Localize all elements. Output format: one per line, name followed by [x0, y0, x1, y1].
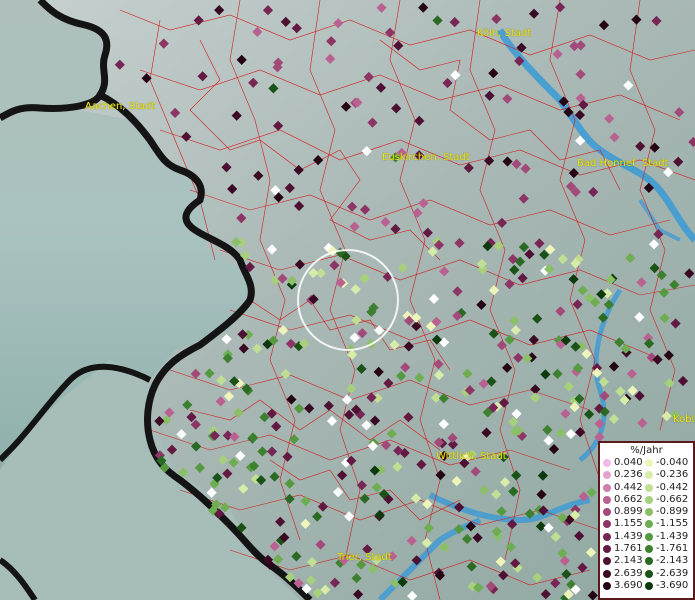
legend-row: 0.236 -0.236 [600, 469, 693, 481]
legend-negative-value: -1.155 [656, 518, 689, 530]
legend-positive-swatch [603, 532, 611, 541]
legend-negative-swatch [645, 483, 653, 492]
legend-positive-value: 0.662 [614, 493, 643, 505]
city-label-aachen: Aachen, Stadt [85, 101, 156, 112]
legend-positive-swatch [603, 557, 611, 566]
legend-positive-value: 0.040 [614, 457, 643, 468]
legend-negative-value: -0.899 [656, 506, 689, 518]
legend-positive-value: 0.899 [614, 506, 643, 518]
legend-positive-swatch [603, 459, 611, 467]
legend-positive-swatch [603, 471, 611, 480]
legend-row: 0.899 -0.899 [600, 506, 693, 518]
city-label-koeln: Köln, Stadt [477, 28, 532, 39]
legend-negative-swatch [645, 532, 653, 541]
legend-row: 0.442 -0.442 [600, 482, 693, 494]
city-label-bad-honnef: Bad Honnef, Stadt [577, 158, 669, 169]
legend-negative-swatch [645, 557, 653, 566]
legend-row: 3.690 -3.690 [600, 580, 693, 592]
legend-negative-value: -0.236 [656, 469, 689, 481]
legend-positive-swatch [603, 520, 611, 529]
legend-positive-swatch [603, 508, 611, 517]
legend-positive-swatch [603, 545, 611, 554]
legend-positive-value: 2.143 [614, 555, 643, 567]
city-label-koblenz: Koble [673, 414, 695, 425]
legend-positive-value: 1.761 [614, 543, 643, 555]
legend-positive-value: 3.690 [614, 579, 643, 591]
legend-title: %/Jahr [630, 445, 663, 456]
legend-positive-value: 1.439 [614, 530, 643, 542]
city-label-euskirchen: Euskirchen, Stadt [382, 152, 470, 163]
legend-negative-swatch [645, 459, 653, 467]
legend-positive-swatch [603, 483, 611, 492]
map-canvas[interactable] [0, 0, 695, 600]
legend-negative-swatch [645, 520, 653, 529]
legend-negative-swatch [645, 581, 653, 590]
legend-negative-swatch [645, 495, 653, 504]
map-legend: %/Jahr 0.040 -0.040 0.236 -0.236 0.442 -0.442… [598, 441, 695, 600]
legend-negative-swatch [645, 569, 653, 578]
legend-row: 2.143 -2.143 [600, 555, 693, 567]
legend-row: 1.439 -1.439 [600, 531, 693, 543]
legend-negative-value: -0.662 [656, 493, 689, 505]
legend-row: 1.761 -1.761 [600, 543, 693, 555]
legend-negative-swatch [645, 508, 653, 517]
legend-positive-value: 0.442 [614, 481, 643, 493]
legend-negative-value: -2.143 [656, 555, 689, 567]
legend-negative-value: -1.439 [656, 530, 689, 542]
city-label-trier: Trier, Stadt [337, 552, 392, 563]
legend-positive-swatch [603, 569, 611, 578]
legend-negative-value: -2.639 [656, 567, 689, 579]
legend-rows: 0.040 -0.040 0.236 -0.236 0.442 -0.442 0.662 -0… [600, 457, 693, 592]
legend-negative-swatch [645, 471, 653, 480]
legend-positive-value: 0.236 [614, 469, 643, 481]
map-view[interactable]: Köln, Stadt Aachen, Stadt Euskirchen, St… [0, 0, 695, 600]
legend-negative-swatch [645, 545, 653, 554]
legend-negative-value: -3.690 [656, 579, 689, 591]
legend-positive-value: 1.155 [614, 518, 643, 530]
legend-positive-value: 2.639 [614, 567, 643, 579]
legend-row: 0.040 -0.040 [600, 457, 693, 469]
legend-negative-value: -1.761 [656, 543, 689, 555]
legend-negative-value: -0.442 [656, 481, 689, 493]
legend-row: 0.662 -0.662 [600, 494, 693, 506]
legend-positive-swatch [603, 581, 611, 590]
legend-negative-value: -0.040 [656, 457, 689, 468]
legend-positive-swatch [603, 495, 611, 504]
city-label-wittlich: Wittlich, Stadt [436, 451, 507, 462]
legend-row: 2.639 -2.639 [600, 568, 693, 580]
legend-row: 1.155 -1.155 [600, 518, 693, 530]
